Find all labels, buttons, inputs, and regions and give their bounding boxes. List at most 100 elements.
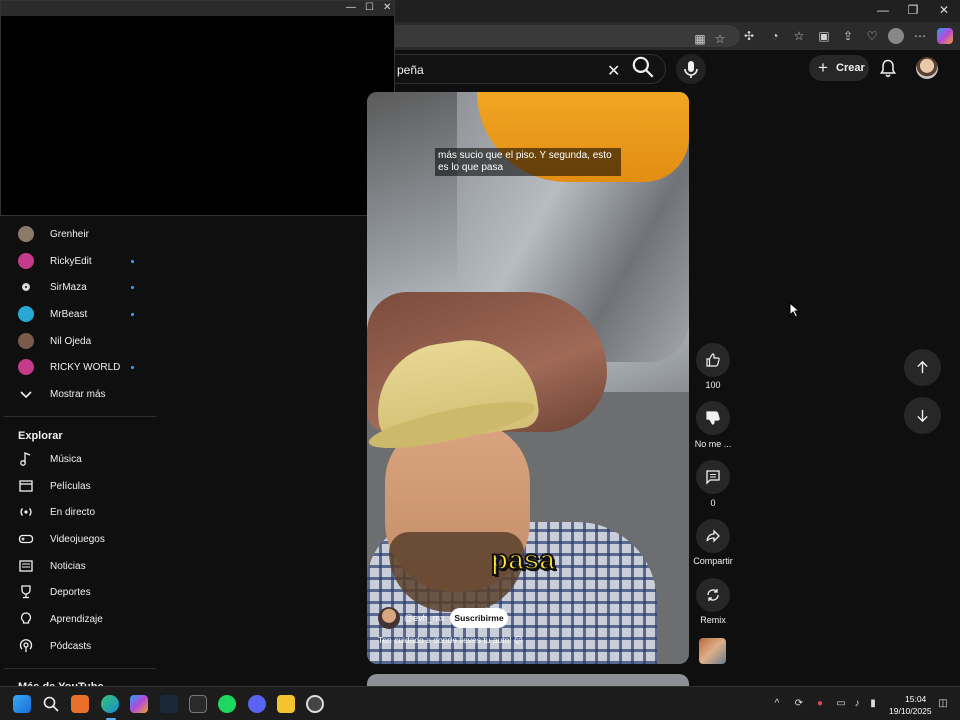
chevron-up-icon[interactable]: ^ — [770, 697, 784, 711]
collections-icon[interactable]: ⇪ — [840, 28, 856, 44]
sidebar-item-music[interactable]: Música — [18, 446, 158, 472]
thumbs-down-icon — [706, 411, 720, 425]
new-content-dot — [131, 313, 134, 316]
clock-date[interactable]: 19/10/2025 — [889, 706, 932, 716]
author-avatar[interactable] — [378, 607, 400, 629]
notifications-bell-icon[interactable] — [878, 58, 898, 78]
video-caption-big: pasa — [490, 543, 556, 576]
subscription-item[interactable]: RICKY WORLD — [18, 354, 158, 380]
pip-close-icon[interactable]: ✕ — [383, 2, 391, 13]
like-button[interactable] — [696, 343, 730, 377]
steam-icon[interactable] — [160, 695, 178, 713]
search-icon[interactable] — [42, 695, 60, 713]
split-screen-icon[interactable]: ▣ — [816, 28, 832, 44]
tracking-icon[interactable]: ◔ — [767, 28, 783, 44]
search-input[interactable]: peña ✕ — [394, 54, 666, 84]
copilot-icon[interactable] — [937, 28, 953, 44]
video-caption-top: más sucio que el piso. Y segunda, esto e… — [435, 148, 621, 176]
subscribe-button[interactable]: Suscribirme — [450, 608, 508, 628]
live-broadcast-icon — [20, 508, 32, 516]
subscription-item[interactable]: MrBeast — [18, 301, 158, 327]
trophy-icon — [21, 585, 31, 599]
discord-icon[interactable] — [248, 695, 266, 713]
mouse-cursor-icon — [789, 302, 801, 318]
plus-icon: + — [818, 58, 828, 77]
windows-start-icon[interactable] — [13, 695, 31, 713]
pip-titlebar: — ☐ ✕ — [1, 1, 394, 16]
sidebar-item-news[interactable]: Noticias — [18, 553, 158, 579]
author-handle[interactable]: @evh_mx — [404, 613, 445, 623]
extensions-icon[interactable]: ✣ — [741, 28, 757, 44]
close-window-icon[interactable]: ✕ — [934, 3, 954, 17]
subscription-item[interactable]: Grenheir — [18, 221, 158, 247]
app-icon[interactable] — [71, 695, 89, 713]
windows-taskbar: ^ ⟳ ● ▭ ♪ ▮ 15:04 19/10/2025 ◫ — [0, 686, 960, 720]
show-more-button[interactable]: Mostrar más — [18, 381, 158, 407]
microphone-icon[interactable]: ● — [813, 697, 827, 711]
voice-search-button[interactable] — [676, 54, 706, 84]
edge-browser-icon[interactable] — [101, 695, 119, 713]
sound-thumbnail[interactable] — [699, 638, 726, 664]
copilot-icon[interactable] — [130, 695, 148, 713]
volume-icon[interactable]: ♪ — [850, 697, 864, 711]
subscription-item[interactable]: RickyEdit — [18, 248, 158, 274]
new-content-dot — [131, 366, 134, 369]
restore-icon[interactable]: ❐ — [903, 3, 923, 17]
app-icon[interactable] — [306, 695, 324, 713]
arrow-up-icon — [917, 360, 928, 374]
subscription-item[interactable]: SirMaza — [18, 274, 158, 300]
create-label: Crear — [836, 62, 865, 74]
share-button[interactable] — [696, 519, 730, 553]
epic-games-icon[interactable] — [189, 695, 207, 713]
game-controller-icon — [18, 534, 34, 544]
sidebar-item-gaming[interactable]: Videojuegos — [18, 526, 158, 552]
channel-avatar — [18, 253, 34, 269]
network-icon[interactable]: ▭ — [834, 697, 848, 711]
sidebar-item-movies[interactable]: Películas — [18, 473, 158, 499]
previous-short-button[interactable] — [904, 349, 941, 386]
file-explorer-icon[interactable] — [277, 695, 295, 713]
battery-icon[interactable]: ▮ — [866, 697, 880, 711]
favorite-star-icon[interactable]: ☆ — [712, 31, 728, 47]
browser-essentials-icon[interactable]: ♡ — [864, 28, 880, 44]
next-short-button[interactable] — [904, 397, 941, 434]
subscription-item[interactable]: Nil Ojeda — [18, 328, 158, 354]
sidebar-item-sports[interactable]: Deportes — [18, 579, 158, 605]
channel-avatar — [18, 279, 34, 295]
channel-avatar — [18, 359, 34, 375]
profile-icon[interactable] — [888, 28, 904, 44]
clock-time[interactable]: 15:04 — [905, 694, 926, 704]
minimize-icon[interactable]: — — [873, 3, 893, 17]
explore-heading: Explorar — [18, 430, 63, 442]
remix-label: Remix — [700, 615, 726, 625]
app-available-icon[interactable]: ▦ — [692, 31, 708, 47]
spotify-icon[interactable] — [218, 695, 236, 713]
comments-button[interactable] — [696, 460, 730, 494]
thumbs-up-icon — [706, 353, 720, 367]
like-count: 100 — [705, 380, 721, 390]
music-note-icon — [20, 452, 31, 466]
address-bar[interactable]: ▦ ☆ — [380, 25, 740, 47]
short-video-player[interactable]: más sucio que el piso. Y segunda, esto e… — [367, 92, 689, 664]
dislike-button[interactable] — [696, 401, 730, 435]
lightbulb-icon — [20, 612, 32, 624]
sidebar-item-live[interactable]: En directo — [18, 499, 158, 525]
remix-button[interactable] — [696, 578, 730, 612]
film-icon — [19, 480, 33, 492]
account-avatar[interactable] — [916, 57, 938, 79]
notifications-icon[interactable]: ◫ — [936, 697, 950, 711]
pip-maximize-icon[interactable]: ☐ — [365, 2, 374, 13]
create-button[interactable]: + Crear — [809, 55, 869, 81]
newspaper-icon — [19, 560, 33, 572]
sidebar-item-learning[interactable]: Aprendizaje — [18, 606, 158, 632]
sync-icon[interactable]: ⟳ — [792, 697, 806, 711]
search-icon[interactable] — [630, 54, 656, 80]
more-menu-icon[interactable]: ⋯ — [912, 28, 928, 44]
favorites-icon[interactable]: ☆ — [791, 28, 807, 44]
channel-avatar — [18, 306, 34, 322]
picture-in-picture-window[interactable]: — ☐ ✕ — [0, 0, 395, 216]
pip-minimize-icon[interactable]: — — [346, 2, 356, 13]
share-label: Compartir — [693, 556, 733, 566]
sidebar-item-podcasts[interactable]: Pódcasts — [18, 633, 158, 659]
clear-search-icon[interactable]: ✕ — [607, 61, 620, 81]
